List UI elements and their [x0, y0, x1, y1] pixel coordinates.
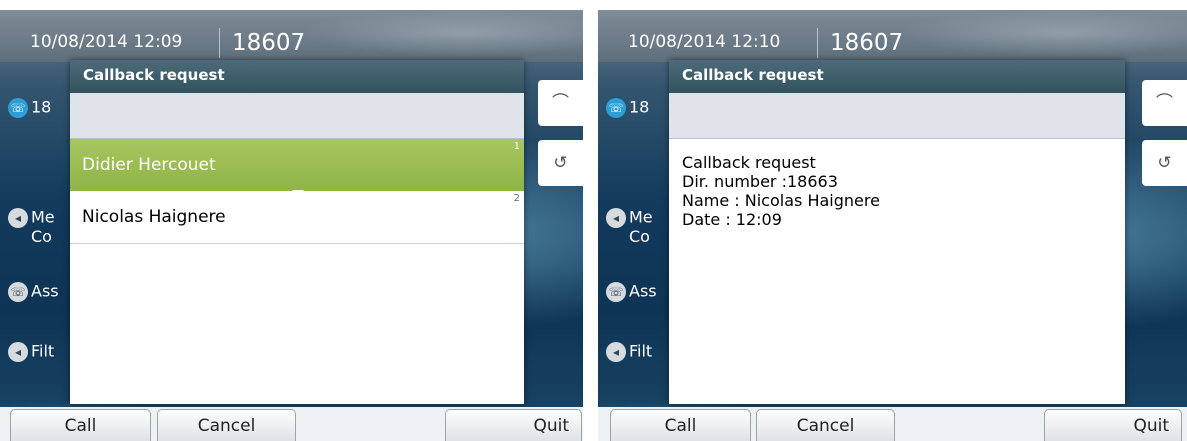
list-item-index: 2: [513, 193, 520, 204]
detail-name: Name : Nicolas Haignere: [682, 191, 880, 210]
callback-dialog: Callback request Didier Hercouet 1 Nicol…: [70, 60, 524, 404]
handset-icon: ⌒: [552, 93, 569, 113]
line-key-assistant[interactable]: ☏ Ass: [8, 282, 59, 302]
dialog-title: Callback request: [669, 60, 1125, 93]
line-key-1[interactable]: ☏ 18: [8, 98, 51, 118]
status-bar: 10/08/2014 12:10 18607: [598, 10, 1187, 62]
line-key-assistant[interactable]: ☏ Ass: [606, 282, 657, 302]
detail-date: Date : 12:09: [682, 210, 782, 229]
line-key-filter[interactable]: ◂ Filt: [606, 342, 652, 362]
handset-icon: ☏: [606, 282, 626, 302]
list-item-name: Nicolas Haignere: [82, 207, 226, 227]
list-item-name: Didier Hercouet: [82, 155, 216, 175]
dialog-search-field[interactable]: [669, 93, 1125, 139]
line-key-messages[interactable]: ◂ Me Co: [606, 208, 653, 246]
cancel-button[interactable]: Cancel: [756, 409, 895, 441]
extension-number: 18607: [830, 30, 904, 56]
phone-screen-list: 10/08/2014 12:09 18607 ☏ 18 ◂ Me Co ☏ Ass ◂…: [0, 10, 583, 441]
filter-icon: ◂: [606, 342, 626, 362]
dialog-title: Callback request: [70, 60, 524, 93]
line-key-filter[interactable]: ◂ Filt: [8, 342, 54, 362]
dialog-search-field[interactable]: [70, 93, 524, 139]
phone-screen-detail: 10/08/2014 12:10 18607 ☏ 18 ◂ Me Co ☏ Ass ◂…: [598, 10, 1187, 441]
list-item-index: 1: [513, 141, 520, 152]
filter-icon: ◂: [8, 342, 28, 362]
call-button[interactable]: Call: [10, 409, 151, 441]
handset-button[interactable]: ⌒: [1142, 80, 1187, 126]
callback-detail-dialog: Callback request Callback request Dir. n…: [669, 60, 1125, 404]
softkey-bar: Call Cancel Quit: [598, 407, 1187, 441]
date-time: 10/08/2014 12:09: [30, 32, 183, 52]
status-bar: 10/08/2014 12:09 18607: [0, 10, 583, 62]
divider: [219, 28, 220, 58]
message-icon: ◂: [606, 208, 626, 228]
line-key-messages[interactable]: ◂ Me Co: [8, 208, 55, 246]
list-item[interactable]: Nicolas Haignere 2: [70, 191, 524, 244]
handset-icon: ☏: [8, 282, 28, 302]
divider: [817, 28, 818, 58]
redial-button[interactable]: ↺: [1142, 140, 1187, 186]
handset-button[interactable]: ⌒: [538, 80, 583, 126]
handset-icon: ☏: [606, 98, 626, 118]
list-item-selected[interactable]: Didier Hercouet 1: [70, 139, 524, 197]
date-time: 10/08/2014 12:10: [628, 32, 781, 52]
redial-icon: ↺: [553, 153, 568, 173]
quit-button[interactable]: Quit: [1044, 409, 1182, 441]
call-button[interactable]: Call: [610, 409, 751, 441]
line-key-1[interactable]: ☏ 18: [606, 98, 649, 118]
cancel-button[interactable]: Cancel: [157, 409, 296, 441]
handset-icon: ⌒: [1156, 93, 1173, 113]
handset-icon: ☏: [8, 98, 28, 118]
detail-heading: Callback request: [682, 153, 816, 172]
callback-details: Callback request Dir. number :18663 Name…: [669, 139, 1125, 229]
redial-button[interactable]: ↺: [538, 140, 583, 186]
detail-dir-number: Dir. number :18663: [682, 172, 838, 191]
quit-button[interactable]: Quit: [445, 409, 582, 441]
message-icon: ◂: [8, 208, 28, 228]
softkey-bar: Call Cancel Quit: [0, 407, 583, 441]
extension-number: 18607: [232, 30, 306, 56]
redial-icon: ↺: [1157, 153, 1172, 173]
